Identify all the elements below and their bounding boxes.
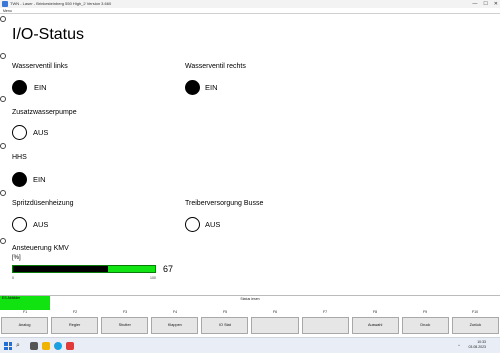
- kmv-unit: [%]: [12, 255, 21, 261]
- kmv-progress-fill: [13, 266, 109, 272]
- regler-button[interactable]: Regler: [51, 317, 99, 334]
- fkey-label-f2: F2: [72, 310, 78, 314]
- taskbar-clock[interactable]: 10:33 03.08.2023: [468, 340, 486, 350]
- side-marker: [0, 143, 6, 149]
- auswahl-button[interactable]: Auswahl: [351, 317, 399, 334]
- tray-chevron-icon[interactable]: ^: [458, 343, 460, 349]
- druck-button[interactable]: Druck: [401, 317, 449, 334]
- side-marker: [0, 190, 6, 196]
- kmv-min-tick: 0: [12, 276, 14, 280]
- fkey-label-f6: F6: [272, 310, 278, 314]
- io-label-treiberversorgung-busse: Treiberversorgung Busse: [185, 200, 264, 207]
- side-marker: [0, 238, 6, 244]
- led-hhs: [12, 172, 27, 187]
- klappen-button[interactable]: Klappen: [151, 317, 199, 334]
- io-stat-button[interactable]: IO Stat: [201, 317, 249, 334]
- app-taskbar-icon[interactable]: [66, 342, 74, 350]
- side-marker: [0, 16, 6, 22]
- analog-button[interactable]: Analog: [1, 317, 49, 334]
- io-label-wasserventil-links: Wasserventil links: [12, 63, 68, 70]
- menu-item-menu[interactable]: Menu: [3, 9, 12, 13]
- led-wasserventil-rechts: [185, 80, 200, 95]
- maximize-icon[interactable]: ☐: [483, 0, 487, 8]
- zurueck-button[interactable]: Zurück: [451, 317, 499, 334]
- title-bar: TWN - Laser - Brinkesteinberg 550 High_2…: [0, 0, 500, 8]
- task-view-icon[interactable]: [30, 342, 38, 350]
- edge-browser-icon[interactable]: [54, 342, 62, 350]
- file-explorer-icon[interactable]: [42, 342, 50, 350]
- io-label-zusatzwasserpumpe: Zusatzwasserpumpe: [12, 109, 77, 116]
- state-treiberversorgung-busse: AUS: [205, 220, 221, 229]
- taskbar: ⌕ ^ 10:33 03.08.2023: [0, 337, 500, 353]
- io-label-hhs: HHS: [12, 154, 27, 161]
- side-marker: [0, 96, 6, 102]
- function-key-labels: F1 F2 F3 F4 F5 F6 F7 F8 F9 F10: [0, 309, 500, 315]
- window-controls: — ☐ ✕: [472, 0, 498, 8]
- kmv-label: Ansteuerung KMV: [12, 245, 69, 252]
- kmv-max-tick: 100: [150, 276, 156, 280]
- fkey-label-f4: F4: [172, 310, 178, 314]
- led-spritzduesenheizung: [12, 217, 27, 232]
- status-row: ES Abbilder Status lesen: [0, 295, 500, 310]
- fkey-label-f5: F5: [222, 310, 228, 314]
- menu-bar: Menu: [0, 8, 500, 14]
- state-hhs: EIN: [33, 175, 46, 184]
- fkey-label-f1: F1: [22, 310, 28, 314]
- state-zusatzwasserpumpe: AUS: [33, 128, 49, 137]
- fkey-label-f10: F10: [471, 310, 479, 314]
- io-label-wasserventil-rechts: Wasserventil rechts: [185, 63, 246, 70]
- state-wasserventil-links: EIN: [34, 83, 47, 92]
- state-wasserventil-rechts: EIN: [205, 83, 218, 92]
- clock-date: 03.08.2023: [468, 345, 486, 349]
- search-icon[interactable]: ⌕: [16, 342, 26, 350]
- function-button-bar: Analog Regler Shutter Klappen IO Stat Au…: [1, 317, 499, 334]
- f6-button[interactable]: [251, 317, 299, 334]
- kmv-value: 67: [163, 264, 174, 274]
- fkey-label-f9: F9: [422, 310, 428, 314]
- side-marker: [0, 53, 6, 59]
- state-spritzduesenheizung: AUS: [33, 220, 49, 229]
- fkey-label-f3: F3: [122, 310, 128, 314]
- minimize-icon[interactable]: —: [472, 0, 477, 8]
- fkey-label-f8: F8: [372, 310, 378, 314]
- windows-start-icon[interactable]: [4, 342, 12, 350]
- led-treiberversorgung-busse: [185, 217, 200, 232]
- window-title: TWN - Laser - Brinkesteinberg 550 High_2…: [10, 1, 112, 6]
- status-text: Status lesen: [240, 297, 260, 301]
- led-wasserventil-links: [12, 80, 27, 95]
- io-label-spritzduesenheizung: Spritzdüsenheizung: [12, 200, 74, 207]
- page-title: I/O-Status: [12, 26, 85, 43]
- kmv-progress-bar: [12, 265, 156, 273]
- fkey-label-f7: F7: [322, 310, 328, 314]
- f7-button[interactable]: [301, 317, 349, 334]
- shutter-button[interactable]: Shutter: [101, 317, 149, 334]
- app-icon: [2, 1, 8, 7]
- led-zusatzwasserpumpe: [12, 125, 27, 140]
- close-icon[interactable]: ✕: [494, 0, 498, 8]
